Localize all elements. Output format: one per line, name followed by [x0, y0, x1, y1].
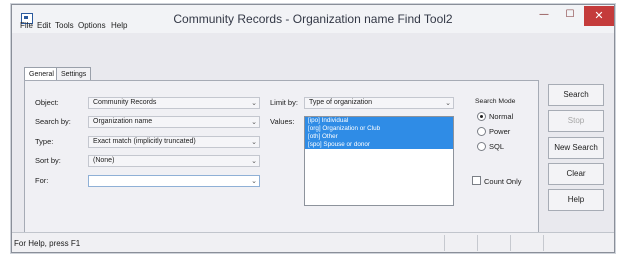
radio-power-label: Power — [489, 127, 511, 136]
search-by-value: Organization name — [93, 118, 153, 125]
status-text: For Help, press F1 — [14, 239, 81, 248]
menu-options[interactable]: Options — [78, 21, 106, 30]
tab-settings[interactable]: Settings — [56, 67, 92, 81]
radio-normal-label: Normal — [489, 112, 514, 121]
count-only-label: Count Only — [484, 177, 522, 186]
menu-file[interactable]: File — [20, 21, 33, 30]
values-label: Values: — [270, 117, 295, 126]
status-divider — [444, 235, 445, 251]
search-by-dropdown[interactable]: Organization name ⌄ — [88, 116, 260, 128]
sort-by-label: Sort by: — [35, 156, 61, 165]
values-listbox[interactable]: [ipo] Individual [org] Organization or C… — [304, 116, 454, 206]
chevron-down-icon: ⌄ — [445, 99, 451, 107]
object-value: Community Records — [93, 99, 157, 106]
list-item[interactable]: [ipo] Individual — [305, 117, 453, 125]
status-divider — [510, 235, 511, 251]
clear-button[interactable]: Clear — [548, 163, 604, 185]
for-input[interactable]: ⌄ — [88, 175, 260, 187]
search-by-label: Search by: — [35, 117, 71, 126]
radio-sql-label: SQL — [489, 142, 505, 151]
minimize-icon[interactable]: — — [532, 5, 556, 25]
new-search-button[interactable]: New Search — [548, 137, 604, 159]
limit-by-dropdown[interactable]: Type of organization ⌄ — [304, 97, 454, 109]
chevron-down-icon: ⌄ — [251, 138, 257, 146]
object-label: Object: — [35, 98, 59, 107]
sort-by-dropdown[interactable]: (None) ⌄ — [88, 155, 260, 167]
close-icon[interactable]: ✕ — [584, 6, 614, 26]
for-label: For: — [35, 176, 49, 185]
list-item[interactable]: [oth] Other — [305, 133, 453, 141]
menu-help[interactable]: Help — [111, 21, 127, 30]
sort-by-value: (None) — [93, 157, 115, 164]
type-value: Exact match (implicitly truncated) — [93, 138, 196, 145]
radio-normal[interactable] — [477, 112, 486, 121]
general-panel: Object: Community Records ⌄ Search by: O… — [24, 80, 539, 235]
status-divider — [477, 235, 478, 251]
radio-sql[interactable] — [477, 142, 486, 151]
count-only-checkbox[interactable] — [472, 176, 481, 185]
search-button[interactable]: Search — [548, 84, 604, 106]
chevron-down-icon: ⌄ — [251, 177, 257, 185]
chevron-down-icon: ⌄ — [251, 157, 257, 165]
status-divider — [543, 235, 544, 251]
menu-tools[interactable]: Tools — [55, 21, 74, 30]
limit-by-value: Type of organization — [309, 99, 373, 106]
type-label: Type: — [35, 137, 54, 146]
list-item[interactable]: [spo] Spouse or donor — [305, 141, 453, 149]
stop-button[interactable]: Stop — [548, 110, 604, 132]
maximize-icon[interactable]: ☐ — [558, 5, 582, 25]
search-mode-label: Search Mode — [475, 98, 516, 105]
limit-by-label: Limit by: — [270, 98, 298, 107]
list-item[interactable]: [org] Organization or Club — [305, 125, 453, 133]
radio-power[interactable] — [477, 127, 486, 136]
help-button[interactable]: Help — [548, 189, 604, 211]
status-bar: For Help, press F1 — [12, 232, 614, 252]
type-dropdown[interactable]: Exact match (implicitly truncated) ⌄ — [88, 136, 260, 148]
object-dropdown[interactable]: Community Records ⌄ — [88, 97, 260, 109]
find-tool-window: Community Records - Organization name Fi… — [11, 4, 615, 253]
menu-edit[interactable]: Edit — [37, 21, 51, 30]
chevron-down-icon: ⌄ — [251, 118, 257, 126]
chevron-down-icon: ⌄ — [251, 99, 257, 107]
